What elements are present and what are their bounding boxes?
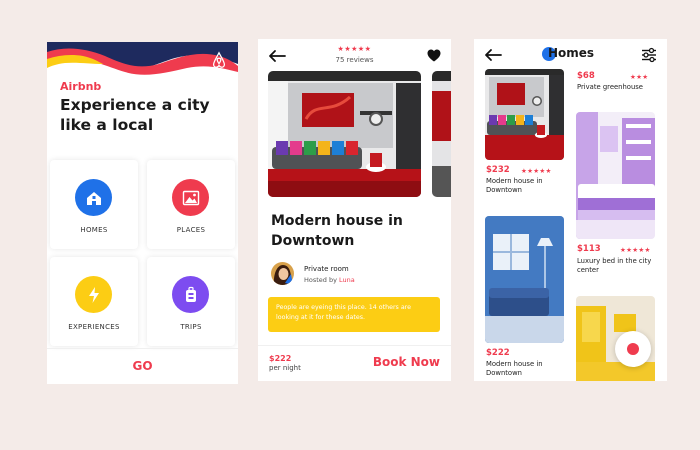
mountain-icon <box>172 179 209 216</box>
reviews-count[interactable]: 75 reviews <box>258 56 451 64</box>
chat-bubble-icon <box>627 343 639 355</box>
category-tile-trips[interactable]: TRIPS <box>147 257 235 346</box>
phone-explore-screen: Airbnb Experience a city like a local HO… <box>47 42 238 384</box>
host-name-link[interactable]: Luna <box>339 276 355 284</box>
listing-name: Private greenhouse <box>577 83 643 91</box>
listing-photo-main[interactable] <box>268 71 421 197</box>
go-bar: GO <box>47 348 238 384</box>
listing-photo-modern-house[interactable] <box>485 69 564 160</box>
listing-price: $68 <box>577 71 595 81</box>
hosted-by: Hosted by Luna <box>304 276 355 284</box>
price: $222 <box>269 354 292 363</box>
listing-price: $222 <box>486 348 510 358</box>
listing-name: Modern house in Downtown <box>486 360 543 377</box>
room-type: Private room <box>304 265 349 273</box>
listing-stars: ★★★★★ <box>521 167 552 175</box>
headline: Experience a city like a local <box>60 96 210 134</box>
heart-icon[interactable] <box>427 49 441 62</box>
demand-banner: People are eyeing this place. 14 others … <box>268 297 440 332</box>
brand-name: Airbnb <box>60 80 102 93</box>
chat-fab-button[interactable] <box>615 331 651 367</box>
category-label: EXPERIENCES <box>68 323 120 331</box>
back-arrow-icon[interactable] <box>484 48 502 62</box>
hosted-by-prefix: Hosted by <box>304 276 337 284</box>
category-tile-places[interactable]: PLACES <box>147 160 235 249</box>
booking-bar: $222 per night Book Now <box>258 345 451 381</box>
phone-homes-list-screen: Homes $232 ★★★★★ Modern house in Downtow… <box>474 39 667 381</box>
listing-photo-next[interactable] <box>432 71 451 197</box>
listing-stars: ★★★★★ <box>620 246 651 254</box>
category-tile-experiences[interactable]: EXPERIENCES <box>50 257 138 346</box>
lightning-icon <box>75 276 112 313</box>
page-title: Homes <box>548 46 595 60</box>
category-label: PLACES <box>176 226 206 234</box>
rating-stars: ★★★★★ <box>337 45 372 53</box>
home-icon <box>75 179 112 216</box>
listing-name: Modern house in Downtown <box>486 177 543 194</box>
category-label: HOMES <box>80 226 108 234</box>
phone-detail-screen: ★★★★★ 75 reviews Modern house in Downtow… <box>258 39 451 381</box>
airbnb-logo-icon <box>212 51 226 68</box>
category-label: TRIPS <box>180 323 202 331</box>
category-grid: HOMES PLACES EXPERIENCES TRIPS <box>50 160 236 346</box>
listing-photo-blue-room[interactable] <box>485 216 564 343</box>
go-button[interactable]: GO <box>47 359 238 373</box>
category-tile-homes[interactable]: HOMES <box>50 160 138 249</box>
listing-name: Luxury bed in the city center <box>577 257 652 274</box>
filter-sliders-icon[interactable] <box>641 47 657 63</box>
host-avatar[interactable] <box>271 262 294 285</box>
luggage-icon <box>172 276 209 313</box>
listing-title: Modern house in Downtown <box>271 213 403 249</box>
book-now-button[interactable]: Book Now <box>373 355 440 369</box>
listing-price: $232 <box>486 165 510 175</box>
price-unit: per night <box>269 364 301 372</box>
listing-photo-luxury-bed[interactable] <box>576 112 655 239</box>
listing-stars: ★★★ <box>630 73 649 81</box>
listing-price: $113 <box>577 244 601 254</box>
